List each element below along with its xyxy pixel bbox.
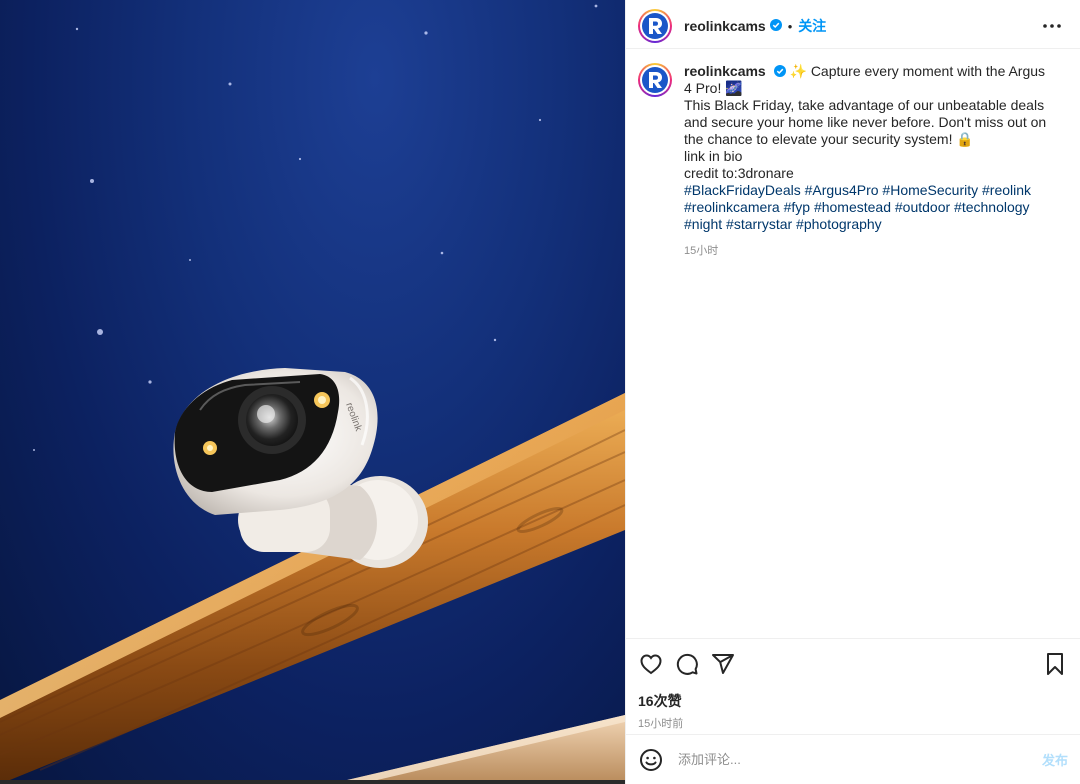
verified-badge-icon	[766, 17, 782, 35]
avatar-inner	[640, 11, 670, 41]
header-username[interactable]: reolinkcams	[684, 18, 766, 34]
reolink-logo-icon	[642, 13, 668, 39]
caption-time[interactable]: 15小时	[684, 243, 1054, 260]
header-separator: •	[787, 18, 793, 34]
comment-bar: 发布	[626, 734, 1080, 784]
comment-input[interactable]	[676, 751, 1034, 768]
post-side-panel: reolinkcams • 关注 reolinkcams ✨ Capture e…	[625, 0, 1080, 784]
post-header: reolinkcams • 关注	[626, 0, 1080, 49]
post-viewer: reolink reolinkcams • 关注 reolinkcams ✨ C…	[0, 0, 1080, 784]
bookmark-icon[interactable]	[1042, 651, 1068, 677]
caption: reolinkcams ✨ Capture every moment with …	[626, 49, 1080, 260]
caption-avatar[interactable]	[638, 63, 672, 97]
reolink-logo-icon	[642, 67, 668, 93]
post-actions: 16次赞 15小时前	[626, 638, 1080, 731]
likes-count[interactable]: 16次赞	[638, 691, 1068, 711]
post-media-image[interactable]: reolink	[0, 0, 625, 784]
comment-icon[interactable]	[674, 651, 700, 677]
caption-line-2: This Black Friday, take advantage of our…	[684, 97, 1047, 147]
share-icon[interactable]	[710, 651, 736, 677]
camera-photo: reolink	[0, 4, 625, 784]
posted-time[interactable]: 15小时前	[638, 715, 1068, 731]
heart-icon[interactable]	[638, 651, 664, 677]
caption-line-4: credit to:3dronare	[684, 165, 794, 181]
media-bottom-strip	[0, 780, 625, 784]
caption-hashtags[interactable]: #BlackFridayDeals #Argus4Pro #HomeSecuri…	[684, 182, 1031, 232]
emoji-icon[interactable]	[638, 747, 664, 773]
caption-username[interactable]: reolinkcams	[684, 63, 766, 79]
verified-badge-icon	[770, 63, 786, 79]
caption-text: reolinkcams ✨ Capture every moment with …	[684, 63, 1054, 260]
action-icon-row	[638, 651, 1068, 677]
caption-line-3: link in bio	[684, 148, 743, 164]
avatar-inner	[640, 65, 670, 95]
more-horizontal-icon[interactable]	[1040, 14, 1064, 38]
avatar[interactable]	[638, 9, 672, 43]
follow-button[interactable]: 关注	[798, 16, 826, 36]
publish-button[interactable]: 发布	[1042, 750, 1068, 769]
